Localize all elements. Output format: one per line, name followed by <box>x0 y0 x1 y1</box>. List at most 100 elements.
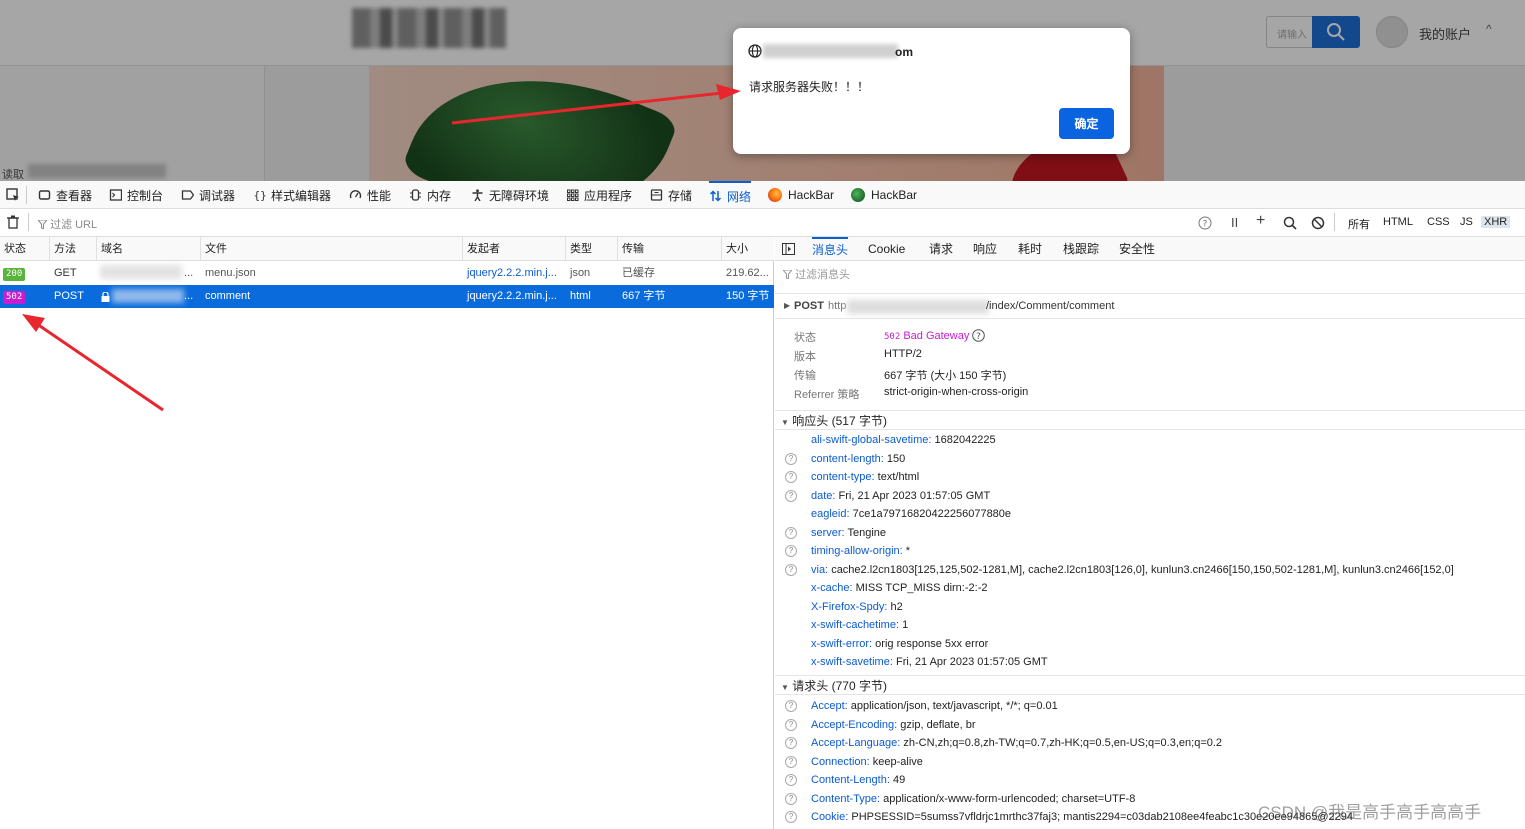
header-row[interactable]: x-swift-savetime: Fri, 21 Apr 2023 01:57… <box>775 653 1525 671</box>
help-icon[interactable]: ? <box>1198 216 1212 230</box>
filter-type-xhr[interactable]: XHR <box>1481 216 1511 228</box>
help-icon[interactable]: ? <box>785 811 797 823</box>
triangle-down-icon: ▼ <box>781 683 789 692</box>
tab-security[interactable]: 安全性 <box>1119 237 1155 261</box>
initiator-cell[interactable]: jquery2.2.2.min.j... <box>463 285 566 308</box>
header-row[interactable]: ? content-type: text/html <box>775 468 1525 486</box>
element-picker-icon[interactable] <box>6 188 20 202</box>
url-filter-input[interactable]: 过滤 URL <box>36 216 97 232</box>
request-headers-section[interactable]: ▼ 请求头 (770 字节) <box>775 675 1525 695</box>
help-icon[interactable]: ? <box>785 526 797 539</box>
network-icon <box>709 190 722 202</box>
table-row-selected[interactable]: 502 POST ... comment jquery2.2.2.min.j..… <box>0 285 774 308</box>
block-icon[interactable] <box>1311 216 1325 230</box>
column-size[interactable]: 大小 <box>722 237 774 261</box>
header-row[interactable]: ? Connection: keep-alive <box>775 753 1525 771</box>
tab-request[interactable]: 请求 <box>929 237 953 261</box>
header-row[interactable]: x-swift-cachetime: 1 <box>775 616 1525 634</box>
header-value: 150 <box>886 452 906 465</box>
help-icon[interactable]: ? <box>785 718 797 731</box>
tab-response[interactable]: 响应 <box>973 237 997 261</box>
header-row[interactable]: ? timing-allow-origin: * <box>775 542 1525 560</box>
tab-cookies[interactable]: Cookie <box>868 237 905 261</box>
tab-storage[interactable]: 存储 <box>650 181 692 209</box>
filter-type-html[interactable]: HTML <box>1383 216 1413 228</box>
pause-icon[interactable]: II <box>1231 215 1238 230</box>
help-icon[interactable]: ? <box>785 471 797 483</box>
tab-label: HackBar <box>871 188 918 202</box>
help-icon[interactable]: ? <box>785 700 797 712</box>
headers-filter-input[interactable]: 过滤消息头 <box>781 266 850 282</box>
help-icon[interactable]: ? <box>785 792 797 805</box>
help-icon[interactable]: ? <box>785 452 797 465</box>
domain-cell: ... <box>184 267 194 279</box>
tab-console[interactable]: 控制台 <box>109 181 163 209</box>
tab-accessibility[interactable]: 无障碍环境 <box>471 181 549 209</box>
trash-icon[interactable] <box>7 215 19 229</box>
header-row[interactable]: ? Accept: application/json, text/javascri… <box>775 697 1525 715</box>
request-url-blurred <box>847 300 989 314</box>
column-type[interactable]: 类型 <box>566 237 618 261</box>
header-row[interactable]: ? Content-Length: 49 <box>775 771 1525 789</box>
summary-value: strict-origin-when-cross-origin <box>884 386 1029 398</box>
tab-performance[interactable]: 性能 <box>349 181 391 209</box>
header-value: application/json, text/javascript, */*; … <box>850 700 1058 712</box>
help-icon[interactable]: ? <box>972 329 986 342</box>
header-row[interactable]: x-swift-error: orig response 5xx error <box>775 635 1525 653</box>
tab-label: 查看器 <box>56 188 93 203</box>
tab-timings[interactable]: 耗时 <box>1018 237 1042 261</box>
tab-network[interactable]: 网络 <box>709 181 752 209</box>
filter-type-css[interactable]: CSS <box>1427 216 1450 228</box>
tab-hackbar-green[interactable]: HackBar <box>851 181 917 209</box>
tab-firefox[interactable]: HackBar <box>768 181 834 209</box>
status-badge: 502 <box>3 291 26 304</box>
request-list: 状态 方法 域名 文件 发起者 类型 传输 大小 200 GET ... men… <box>0 237 774 829</box>
help-icon[interactable]: ? <box>785 489 797 502</box>
tab-inspector[interactable]: 查看器 <box>38 181 92 209</box>
tab-style-editor[interactable]: {} 样式编辑器 <box>253 181 332 209</box>
header-row[interactable]: ? Accept-Language: zh-CN,zh;q=0.8,zh-TW;q… <box>775 734 1525 752</box>
header-row[interactable]: ali-swift-global-savetime: 1682042225 <box>775 431 1525 449</box>
help-icon[interactable]: ? <box>785 755 797 768</box>
header-value: text/html <box>877 471 920 483</box>
filter-type-all[interactable]: 所有 <box>1348 216 1370 232</box>
header-row[interactable]: X-Firefox-Spdy: h2 <box>775 598 1525 616</box>
column-transfer[interactable]: 传输 <box>618 237 722 261</box>
column-status[interactable]: 状态 <box>0 237 50 261</box>
initiator-cell[interactable]: jquery2.2.2.min.j... <box>463 262 566 285</box>
tab-debugger[interactable]: 调试器 <box>181 181 235 209</box>
header-row[interactable]: ? date: Fri, 21 Apr 2023 01:57:05 GMT <box>775 487 1525 505</box>
add-icon[interactable]: + <box>1256 212 1265 230</box>
header-row[interactable]: ? Accept-Encoding: gzip, deflate, br <box>775 716 1525 734</box>
tab-stack-trace[interactable]: 栈跟踪 <box>1063 237 1099 261</box>
search-icon[interactable] <box>1283 216 1297 230</box>
column-file[interactable]: 文件 <box>201 237 463 261</box>
ok-button[interactable]: 确定 <box>1059 108 1114 139</box>
tab-headers[interactable]: 消息头 <box>812 237 849 261</box>
help-icon[interactable]: ? <box>785 774 797 786</box>
domain-cell: ... <box>184 290 194 302</box>
column-initiator[interactable]: 发起者 <box>463 237 566 261</box>
tab-application[interactable]: 应用程序 <box>566 181 632 209</box>
help-icon[interactable]: ? <box>785 737 797 749</box>
table-row[interactable]: 200 GET ... menu.json jquery2.2.2.min.j.… <box>0 262 774 285</box>
header-row[interactable]: ? content-length: 150 <box>775 450 1525 468</box>
header-row[interactable]: eagleid: 7ce1a79716820422256077880e <box>775 505 1525 523</box>
column-method[interactable]: 方法 <box>50 237 97 261</box>
header-row[interactable]: x-cache: MISS TCP_MISS dirn:-2:-2 <box>775 579 1525 597</box>
request-headers-title: 请求头 (770 字节) <box>792 679 887 693</box>
filter-type-js[interactable]: JS <box>1460 216 1473 228</box>
help-icon[interactable]: ? <box>785 563 797 576</box>
header-name: Accept: application/json, text/javascrip… <box>811 700 1058 712</box>
firefox-icon <box>768 188 782 202</box>
request-url-row[interactable]: ▶ POST http /index/Comment/comment <box>775 293 1525 319</box>
response-headers-section[interactable]: ▼ 响应头 (517 字节) <box>775 410 1525 430</box>
toggle-panel-icon[interactable] <box>782 243 795 255</box>
help-icon[interactable]: ? <box>785 545 797 557</box>
header-row[interactable]: ? via: cache2.l2cn1803[125,125,502-1281,M… <box>775 561 1525 579</box>
header-value: 49 <box>892 774 906 786</box>
tab-memory[interactable]: 内存 <box>409 181 451 209</box>
tab-label: 无障碍环境 <box>489 188 550 203</box>
column-domain[interactable]: 域名 <box>97 237 201 261</box>
header-row[interactable]: ? server: Tengine <box>775 524 1525 542</box>
